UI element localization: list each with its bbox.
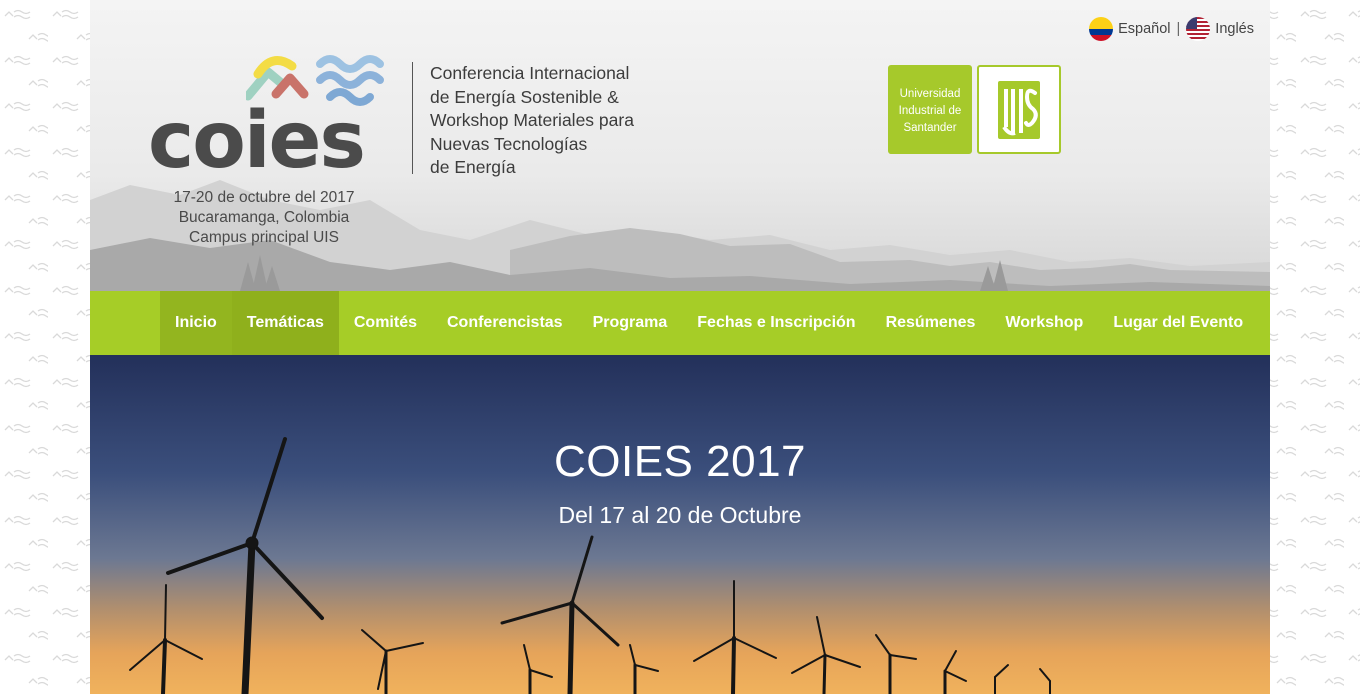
colombia-flag-icon[interactable]	[1089, 17, 1114, 41]
site-header: coies 17-20 de octubre del 2017 Bucarama…	[90, 0, 1270, 291]
uis-logo[interactable]	[977, 65, 1061, 154]
university-name-line: Santander	[903, 122, 957, 134]
university-name-line: Industrial de	[898, 105, 962, 117]
main-nav: Inicio Temáticas Comités Conferencistas …	[90, 291, 1270, 355]
conference-title: Conferencia Internacional de Energía Sos…	[430, 62, 690, 180]
language-spanish-link[interactable]: Español	[1118, 21, 1170, 37]
page-container: coies 17-20 de octubre del 2017 Bucarama…	[90, 0, 1270, 694]
event-dates: 17-20 de octubre del 2017	[173, 189, 355, 206]
nav-item-tematicas[interactable]: Temáticas	[231, 291, 339, 355]
usa-flag-icon[interactable]	[1186, 17, 1211, 41]
hero-subtitle: Del 17 al 20 de Octubre	[558, 502, 802, 528]
conference-title-line: Workshop Materiales para	[430, 110, 634, 130]
university-name-badge[interactable]: Universidad Industrial de Santander	[888, 65, 972, 154]
nav-item-fechas-inscripcion[interactable]: Fechas e Inscripción	[682, 291, 870, 355]
event-campus: Campus principal UIS	[189, 229, 339, 246]
uis-logo-icon	[998, 81, 1040, 139]
logo-divider	[412, 62, 413, 174]
nav-item-conferencistas[interactable]: Conferencistas	[432, 291, 578, 355]
conference-title-line: de Energía	[430, 157, 516, 177]
nav-item-comites[interactable]: Comités	[339, 291, 432, 355]
coies-logo[interactable]: coies 17-20 de octubre del 2017 Bucarama…	[148, 52, 384, 252]
nav-item-programa[interactable]: Programa	[578, 291, 683, 355]
language-separator: |	[1176, 21, 1181, 37]
nav-item-workshop[interactable]: Workshop	[990, 291, 1098, 355]
language-english-link[interactable]: Inglés	[1215, 21, 1254, 37]
language-switcher: Español | Inglés	[1089, 17, 1254, 41]
nav-item-lugar-evento[interactable]: Lugar del Evento	[1098, 291, 1258, 355]
hero-title: COIES 2017	[553, 437, 807, 486]
conference-title-line: Nuevas Tecnologías	[430, 133, 588, 154]
logo-wordmark: coies	[148, 96, 366, 186]
conference-title-line: de Energía Sostenible &	[430, 86, 619, 107]
university-name-line: Universidad	[899, 88, 961, 100]
hero-banner: COIES 2017 Del 17 al 20 de Octubre	[90, 355, 1270, 694]
conference-title-line: Conferencia Internacional	[430, 63, 630, 83]
event-city: Bucaramanga, Colombia	[178, 209, 350, 226]
nav-item-inicio[interactable]: Inicio	[160, 291, 232, 355]
event-details: 17-20 de octubre del 2017 Bucaramanga, C…	[148, 188, 380, 248]
nav-item-resumenes[interactable]: Resúmenes	[871, 291, 991, 355]
